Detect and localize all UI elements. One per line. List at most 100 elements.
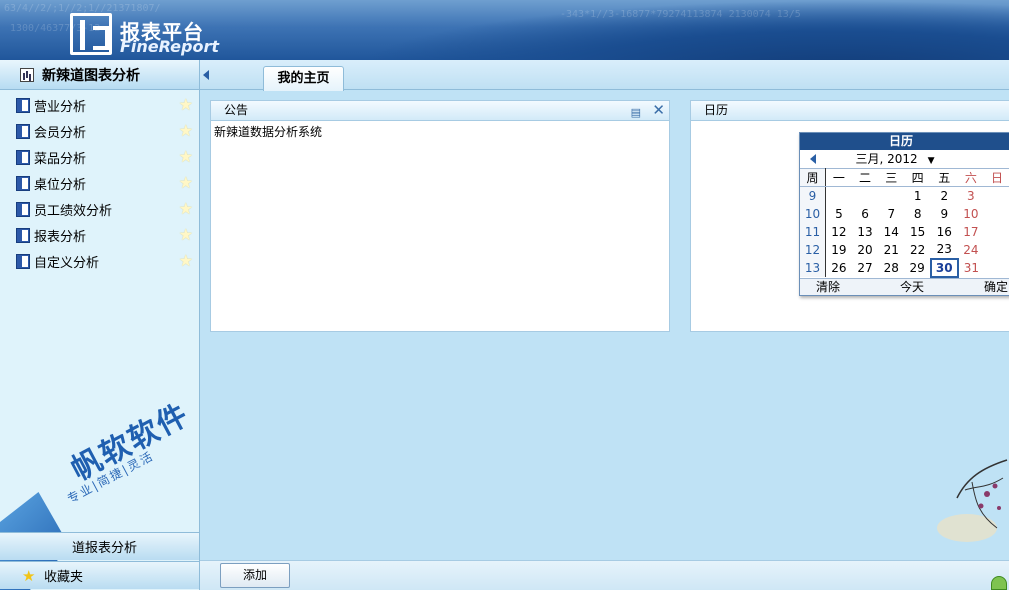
calendar-day[interactable]: 7 [878, 205, 904, 223]
calendar-footer: 清除 今天 确定 [800, 277, 1009, 295]
calendar-day[interactable]: 24 [958, 241, 984, 259]
tab-my-home[interactable]: 我的主页 [263, 66, 344, 91]
sidebar-section-report-analysis[interactable]: 道报表分析 [0, 532, 199, 560]
calendar-grid: 周 一 二 三 四 五 六 日 9 1 2 3 10 5 6 7 8 9 10 11 12 13 14 15 1… [800, 168, 1009, 278]
favorite-star-icon[interactable]: ★ [179, 201, 193, 217]
favorite-star-icon[interactable]: ★ [179, 253, 193, 269]
logo-title-en: FineReport [120, 37, 220, 56]
sidebar-list: 营业分析 ★ 会员分析 ★ 菜品分析 ★ 桌位分析 ★ 员工绩效分析 ★ 报表分… [0, 90, 199, 274]
report-icon [16, 97, 30, 113]
sidebar-item-label: 菜品分析 [34, 151, 87, 167]
favorite-star-icon[interactable]: ★ [179, 227, 193, 243]
week-number: 10 [800, 204, 826, 223]
calendar-day[interactable]: 16 [931, 223, 958, 241]
calendar-day[interactable]: 19 [826, 241, 852, 259]
announcement-panel: 公告 ▤ ✕ 新辣道数据分析系统 [210, 100, 670, 332]
calendar-day[interactable]: 13 [852, 223, 878, 241]
finereport-logo-icon [70, 13, 112, 55]
calendar-day [984, 205, 1009, 223]
report-icon [16, 201, 30, 217]
favorites-star-icon: ★ [22, 567, 36, 585]
calendar-day [878, 187, 904, 205]
calendar-day[interactable]: 17 [958, 223, 984, 241]
calendar-day[interactable]: 23 [931, 241, 958, 259]
calendar-day[interactable]: 6 [852, 205, 878, 223]
calendar-day[interactable]: 31 [958, 259, 984, 277]
calendar-day[interactable]: 28 [878, 259, 904, 277]
calendar-day[interactable]: 15 [904, 223, 930, 241]
month-label: 三月, 2012 [855, 152, 918, 166]
clear-button[interactable]: 清除 [816, 279, 840, 295]
print-icon[interactable]: ▤ [631, 103, 641, 122]
sidebar: 新辣道图表分析 营业分析 ★ 会员分析 ★ 菜品分析 ★ 桌位分析 ★ 员工绩效… [0, 60, 200, 590]
calendar-day[interactable]: 10 [958, 205, 984, 223]
calendar-day[interactable]: 22 [904, 241, 930, 259]
calendar-day[interactable]: 1 [904, 187, 930, 205]
favorite-star-icon[interactable]: ★ [179, 149, 193, 165]
favorite-star-icon[interactable]: ★ [179, 175, 193, 191]
sidebar-header[interactable]: 新辣道图表分析 [0, 60, 199, 90]
report-icon [16, 123, 30, 139]
calendar-day[interactable]: 5 [826, 205, 852, 223]
calendar-day[interactable]: 12 [826, 223, 852, 241]
calendar-day[interactable]: 8 [904, 205, 930, 223]
brand-watermark: 帆软软件 专业|简捷|灵活 [0, 397, 200, 590]
calendar-day[interactable]: 30 [929, 257, 959, 278]
weekday-header: 日 [984, 168, 1009, 187]
month-selector[interactable]: 三月, 2012 ▼ [855, 152, 934, 166]
sidebar-item-member[interactable]: 会员分析 ★ [0, 118, 199, 144]
refresh-icon[interactable] [991, 576, 1007, 590]
panel-title: 公告 [224, 103, 249, 117]
calendar-day[interactable]: 9 [931, 205, 958, 223]
sidebar-title: 新辣道图表分析 [42, 67, 140, 84]
calendar-day [984, 223, 1009, 241]
sidebar-item-dish[interactable]: 菜品分析 ★ [0, 144, 199, 170]
calendar-day[interactable]: 29 [904, 259, 930, 277]
calendar-day [852, 187, 878, 205]
sidebar-item-staff[interactable]: 员工绩效分析 ★ [0, 196, 199, 222]
week-number: 13 [800, 258, 826, 277]
header-bg-number: -343*1//3-16877*79274113874 2130074 13/5 [560, 9, 801, 20]
weekday-header: 四 [904, 168, 931, 187]
weekday-header: 五 [930, 168, 958, 187]
weekday-header: 三 [878, 168, 905, 187]
prev-month-arrow-icon[interactable] [810, 154, 816, 164]
calendar-day[interactable]: 26 [826, 259, 852, 277]
collapse-left-arrow-icon[interactable] [203, 70, 209, 80]
calendar-day[interactable]: 3 [958, 187, 984, 205]
weekday-header: 六 [957, 168, 985, 187]
announcement-body: 新辣道数据分析系统 [214, 125, 323, 139]
close-icon[interactable]: ✕ [652, 101, 665, 120]
sidebar-item-label: 自定义分析 [34, 255, 100, 271]
today-button[interactable]: 今天 [900, 279, 924, 295]
calendar-day[interactable]: 2 [931, 187, 958, 205]
ok-button[interactable]: 确定 [984, 279, 1008, 295]
sidebar-item-table[interactable]: 桌位分析 ★ [0, 170, 199, 196]
orchid-decoration [937, 459, 1008, 542]
sidebar-item-label: 报表分析 [34, 229, 87, 245]
sidebar-item-label: 会员分析 [34, 125, 87, 141]
bottom-toolbar: 添加 [200, 560, 1009, 590]
panel-header: 日历 [691, 101, 1009, 121]
calendar-title: 日历 [800, 133, 1009, 150]
sidebar-item-label: 员工绩效分析 [34, 203, 113, 219]
weekday-header: 二 [851, 168, 879, 187]
week-number: 11 [800, 222, 826, 241]
week-number: 9 [800, 186, 826, 205]
calendar-popup: 日历 三月, 2012 ▼ 周 一 二 三 四 五 六 日 9 1 2 3 10 5 6 7 8 9… [799, 132, 1009, 296]
add-button[interactable]: 添加 [220, 563, 290, 588]
calendar-day[interactable]: 21 [878, 241, 904, 259]
favorite-star-icon[interactable]: ★ [179, 97, 193, 113]
weekday-header: 一 [825, 168, 852, 187]
sidebar-item-custom[interactable]: 自定义分析 ★ [0, 248, 199, 274]
favorite-star-icon[interactable]: ★ [179, 123, 193, 139]
calendar-day[interactable]: 14 [878, 223, 904, 241]
calendar-day[interactable]: 20 [852, 241, 878, 259]
section-label: 收藏夹 [44, 570, 84, 585]
sidebar-item-report[interactable]: 报表分析 ★ [0, 222, 199, 248]
calendar-day[interactable]: 27 [852, 259, 878, 277]
sidebar-section-favorites[interactable]: ★ 收藏夹 [0, 561, 199, 589]
app-header: 63/4//2/;1//2;1//21371807/ -343*1//3-168… [0, 0, 1009, 60]
sidebar-item-business[interactable]: 营业分析 ★ [0, 92, 199, 118]
panel-header: 公告 ▤ ✕ [211, 101, 669, 121]
